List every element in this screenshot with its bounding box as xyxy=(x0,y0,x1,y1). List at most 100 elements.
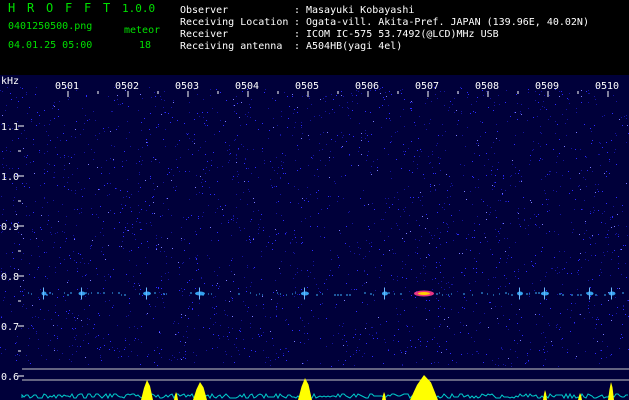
noise-dot xyxy=(508,329,509,330)
noise-dot xyxy=(22,291,23,292)
noise-dot xyxy=(10,266,11,267)
carrier-trace xyxy=(64,292,65,294)
noise-dot xyxy=(46,359,47,360)
carrier-trace xyxy=(91,292,92,294)
info-value-antenna: A504HB(yagi 4el) xyxy=(306,41,403,52)
noise-dot xyxy=(144,118,145,119)
file-name: 0401250500.png xyxy=(8,21,93,32)
noise-dot xyxy=(329,160,330,161)
noise-dot xyxy=(492,254,493,255)
noise-dot xyxy=(343,364,344,365)
noise-dot xyxy=(555,270,556,271)
noise-dot xyxy=(440,91,441,92)
noise-dot xyxy=(105,259,106,260)
noise-dot xyxy=(243,192,244,193)
noise-dot xyxy=(175,334,176,335)
noise-dot xyxy=(207,255,208,256)
carrier-trace xyxy=(562,294,564,296)
noise-dot xyxy=(153,196,154,197)
noise-dot xyxy=(64,125,65,126)
noise-dot xyxy=(502,349,503,350)
noise-dot xyxy=(167,198,168,199)
noise-dot xyxy=(229,301,230,302)
app-title-letter: T xyxy=(103,1,111,15)
noise-dot xyxy=(17,107,18,108)
noise-dot xyxy=(489,214,490,215)
noise-dot xyxy=(588,305,589,306)
noise-dot xyxy=(391,141,392,142)
noise-dot xyxy=(398,199,399,200)
noise-dot xyxy=(374,209,375,210)
noise-dot xyxy=(546,109,547,110)
noise-dot xyxy=(346,226,347,227)
carrier-trace xyxy=(337,294,339,296)
noise-dot xyxy=(275,229,276,230)
noise-dot xyxy=(393,279,394,280)
noise-dot xyxy=(120,212,121,213)
noise-dot xyxy=(400,314,401,315)
noise-dot xyxy=(159,331,160,332)
noise-dot xyxy=(49,124,50,125)
noise-dot xyxy=(614,250,615,251)
noise-dot xyxy=(98,189,99,190)
carrier-trace xyxy=(70,292,72,294)
noise-dot xyxy=(150,113,151,114)
noise-dot xyxy=(236,154,237,155)
noise-dot xyxy=(451,183,452,184)
noise-dot xyxy=(474,237,475,238)
noise-dot xyxy=(616,233,617,234)
noise-dot xyxy=(263,304,264,305)
noise-dot xyxy=(535,224,536,225)
noise-dot xyxy=(396,223,397,224)
noise-dot xyxy=(310,120,311,121)
noise-dot xyxy=(398,329,399,330)
noise-dot xyxy=(300,342,301,343)
noise-dot xyxy=(319,115,320,116)
noise-dot xyxy=(474,341,475,342)
noise-dot xyxy=(330,250,331,251)
noise-dot xyxy=(604,255,605,256)
noise-dot xyxy=(611,140,612,141)
noise-dot xyxy=(579,314,580,315)
noise-dot xyxy=(621,274,622,275)
noise-dot xyxy=(477,140,478,141)
noise-dot xyxy=(54,172,55,173)
noise-dot xyxy=(175,190,176,191)
info-sep: : xyxy=(294,17,301,28)
noise-dot xyxy=(554,257,555,258)
noise-dot xyxy=(277,173,278,174)
noise-dot xyxy=(361,137,362,138)
noise-dot xyxy=(377,167,378,168)
noise-dot xyxy=(594,305,595,306)
noise-dot xyxy=(200,176,201,177)
noise-dot xyxy=(488,279,489,280)
noise-dot xyxy=(317,226,318,227)
noise-dot xyxy=(26,206,27,207)
noise-dot xyxy=(60,157,61,158)
noise-dot xyxy=(301,243,302,244)
noise-dot xyxy=(533,117,534,118)
noise-dot xyxy=(154,189,155,190)
noise-dot xyxy=(438,300,439,301)
noise-dot xyxy=(345,175,346,176)
noise-dot xyxy=(87,288,88,289)
noise-dot xyxy=(466,249,467,250)
noise-dot xyxy=(350,118,351,119)
noise-dot xyxy=(74,337,75,338)
noise-dot xyxy=(35,316,36,317)
noise-dot xyxy=(99,315,100,316)
noise-dot xyxy=(578,186,579,187)
noise-dot xyxy=(579,185,580,186)
noise-dot xyxy=(285,233,286,234)
noise-dot xyxy=(105,280,106,281)
noise-dot xyxy=(226,100,227,101)
noise-dot xyxy=(571,273,572,274)
noise-dot xyxy=(420,192,421,193)
noise-dot xyxy=(138,183,139,184)
time-tick-label: 0504 xyxy=(235,81,259,92)
noise-dot xyxy=(55,272,56,273)
noise-dot xyxy=(280,273,281,274)
noise-dot xyxy=(237,103,238,104)
noise-dot xyxy=(174,321,175,322)
noise-dot xyxy=(590,213,591,214)
